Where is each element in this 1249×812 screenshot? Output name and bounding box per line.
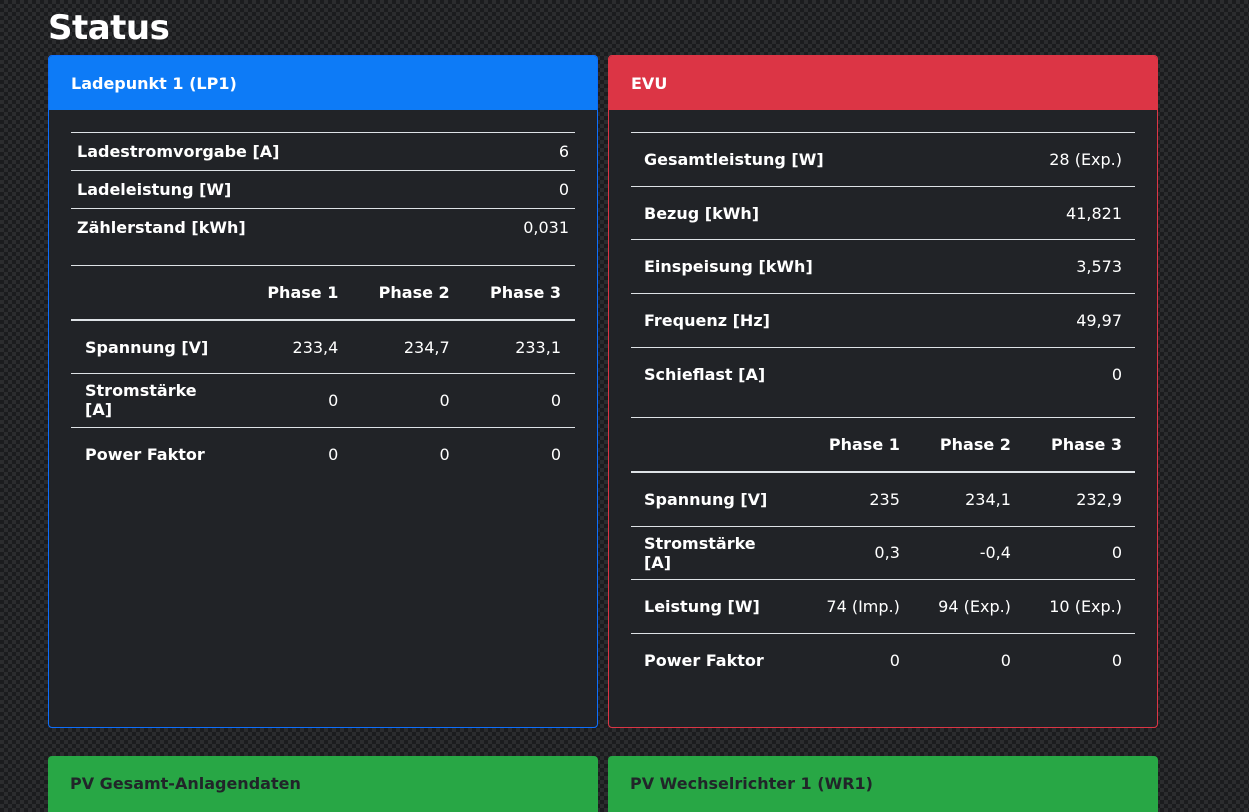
cell-phase-1: 233,4 (292, 337, 339, 357)
table-row: Ladeleistung [W] 0 (71, 170, 575, 209)
cell-phase-2: 94 (Exp.) (938, 597, 1011, 617)
evu-phase-table: Phase 1 Phase 2 Phase 3 Spannung [V] 235… (631, 417, 1135, 687)
table-row: Gesamtleistung [W] 28 (Exp.) (631, 132, 1135, 187)
cell-phase-1: 235 (869, 490, 900, 510)
lp1-card: Ladepunkt 1 (LP1) Ladestromvorgabe [A] 6… (48, 55, 598, 728)
row-value: 0 (1111, 364, 1122, 384)
table-row: Schieflast [A] 0 (631, 347, 1135, 401)
row-label: Bezug [kWh] (644, 203, 760, 223)
row-value: 3,573 (1076, 257, 1122, 277)
column-header-phase-3: Phase 3 (1051, 435, 1122, 455)
row-label: Ladestromvorgabe [A] (77, 142, 280, 161)
row-value: 49,97 (1076, 310, 1122, 330)
cell-phase-3: 233,1 (515, 337, 561, 357)
evu-card-body: Gesamtleistung [W] 28 (Exp.) Bezug [kWh]… (609, 110, 1157, 687)
cell-phase-1: 74 (Imp.) (826, 597, 900, 617)
row-label: Leistung [W] (644, 597, 760, 617)
cell-phase-2: 0 (1000, 651, 1011, 671)
table-row: Leistung [W] 74 (Imp.) 94 (Exp.) 10 (Exp… (631, 580, 1135, 634)
cell-phase-2: 234,1 (965, 490, 1011, 510)
evu-summary-table: Gesamtleistung [W] 28 (Exp.) Bezug [kWh]… (631, 132, 1135, 401)
row-label: Ladeleistung [W] (77, 180, 232, 199)
row-label: Frequenz [Hz] (644, 310, 770, 330)
cell-phase-3: 232,9 (1076, 490, 1122, 510)
row-label: Spannung [V] (85, 337, 209, 357)
pv-wr1-card: PV Wechselrichter 1 (WR1) (608, 756, 1158, 812)
column-header-phase-3: Phase 3 (490, 282, 561, 302)
cell-phase-2: 0 (439, 444, 450, 464)
lp1-phase-table: Phase 1 Phase 2 Phase 3 Spannung [V] 233… (71, 265, 575, 481)
cell-phase-3: 10 (Exp.) (1049, 597, 1122, 617)
cell-phase-1: 0 (889, 651, 900, 671)
evu-card-header[interactable]: EVU (609, 56, 1157, 110)
row-value: 0,031 (523, 218, 569, 238)
table-row: Spannung [V] 233,4 234,7 233,1 (71, 320, 575, 374)
pv-wr1-card-header[interactable]: PV Wechselrichter 1 (WR1) (608, 756, 1158, 810)
row-value: 41,821 (1066, 203, 1122, 223)
row-label: Stromstärke [A] (644, 533, 756, 572)
table-row: Frequenz [Hz] 49,97 (631, 293, 1135, 348)
row-label: Einspeisung [kWh] (644, 257, 813, 277)
cell-phase-1: 0,3 (874, 543, 900, 563)
table-row: Zählerstand [kWh] 0,031 (71, 208, 575, 247)
table-row: Spannung [V] 235 234,1 232,9 (631, 472, 1135, 527)
row-label: Power Faktor (85, 444, 205, 464)
cell-phase-3: 0 (1111, 543, 1122, 563)
row-value: 0 (558, 180, 569, 199)
table-row: Stromstärke [A] 0,3 -0,4 0 (631, 526, 1135, 580)
evu-card: EVU Gesamtleistung [W] 28 (Exp.) Bezug [… (608, 55, 1158, 728)
pv-total-card: PV Gesamt-Anlagendaten (48, 756, 598, 812)
table-row: Power Faktor 0 0 0 (631, 634, 1135, 688)
column-header-phase-1: Phase 1 (267, 282, 339, 302)
row-label: Zählerstand [kWh] (77, 218, 246, 238)
column-header-phase-2: Phase 2 (378, 282, 450, 302)
row-label: Spannung [V] (644, 490, 768, 510)
cell-phase-2: 234,7 (403, 337, 450, 357)
table-header-row: Phase 1 Phase 2 Phase 3 (71, 265, 575, 320)
table-row: Power Faktor 0 0 0 (71, 427, 575, 481)
table-row: Einspeisung [kWh] 3,573 (631, 239, 1135, 294)
table-header-row: Phase 1 Phase 2 Phase 3 (631, 417, 1135, 473)
lp1-card-header[interactable]: Ladepunkt 1 (LP1) (49, 56, 597, 110)
table-row: Bezug [kWh] 41,821 (631, 186, 1135, 240)
column-header-empty (71, 265, 241, 320)
column-header-phase-1: Phase 1 (828, 435, 900, 455)
table-row: Stromstärke [A] 0 0 0 (71, 374, 575, 427)
row-label: Gesamtleistung [W] (644, 149, 824, 169)
cell-phase-2: 0 (439, 390, 450, 410)
pv-total-card-header[interactable]: PV Gesamt-Anlagendaten (48, 756, 598, 810)
page-title: Status (48, 8, 170, 48)
cell-phase-1: 0 (328, 390, 339, 410)
table-row: Ladestromvorgabe [A] 6 (71, 132, 575, 171)
cell-phase-3: 0 (1111, 651, 1122, 671)
row-value: 28 (Exp.) (1049, 149, 1122, 169)
row-label: Schieflast [A] (644, 364, 766, 384)
column-header-empty (631, 417, 801, 472)
lp1-card-body: Ladestromvorgabe [A] 6 Ladeleistung [W] … (49, 110, 597, 481)
cell-phase-3: 0 (550, 444, 561, 464)
row-label: Power Faktor (644, 651, 764, 671)
lp1-summary-table: Ladestromvorgabe [A] 6 Ladeleistung [W] … (71, 132, 575, 247)
cell-phase-2: -0,4 (979, 543, 1011, 563)
row-label: Stromstärke [A] (85, 381, 197, 420)
row-value: 6 (558, 142, 569, 161)
cell-phase-1: 0 (328, 444, 339, 464)
cell-phase-3: 0 (550, 390, 561, 410)
column-header-phase-2: Phase 2 (939, 435, 1011, 455)
